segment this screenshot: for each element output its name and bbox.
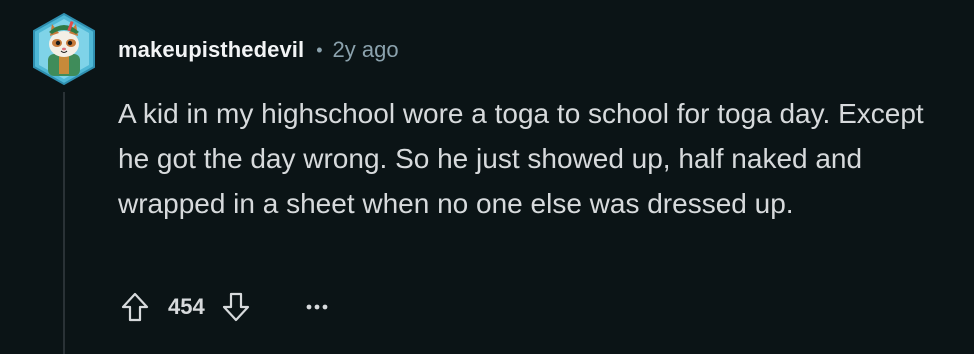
more-options-icon <box>306 304 328 310</box>
upvote-arrow-icon <box>121 292 149 322</box>
username-link[interactable]: makeupisthedevil <box>118 37 304 63</box>
user-avatar[interactable] <box>30 12 98 86</box>
comment-header: makeupisthedevil • 2y ago <box>118 34 399 66</box>
more-options-button[interactable] <box>297 288 337 326</box>
upvote-button[interactable] <box>116 288 154 326</box>
comment-body: A kid in my highschool wore a toga to sc… <box>118 98 924 219</box>
comment-actions: 454 <box>116 287 337 327</box>
downvote-arrow-icon <box>222 292 249 322</box>
thread-line <box>63 92 65 354</box>
cat-avatar-icon <box>33 12 95 86</box>
meta-separator: • <box>316 39 323 60</box>
downvote-button[interactable] <box>217 288 255 326</box>
vote-score: 454 <box>168 294 205 319</box>
timestamp[interactable]: 2y ago <box>333 37 399 63</box>
